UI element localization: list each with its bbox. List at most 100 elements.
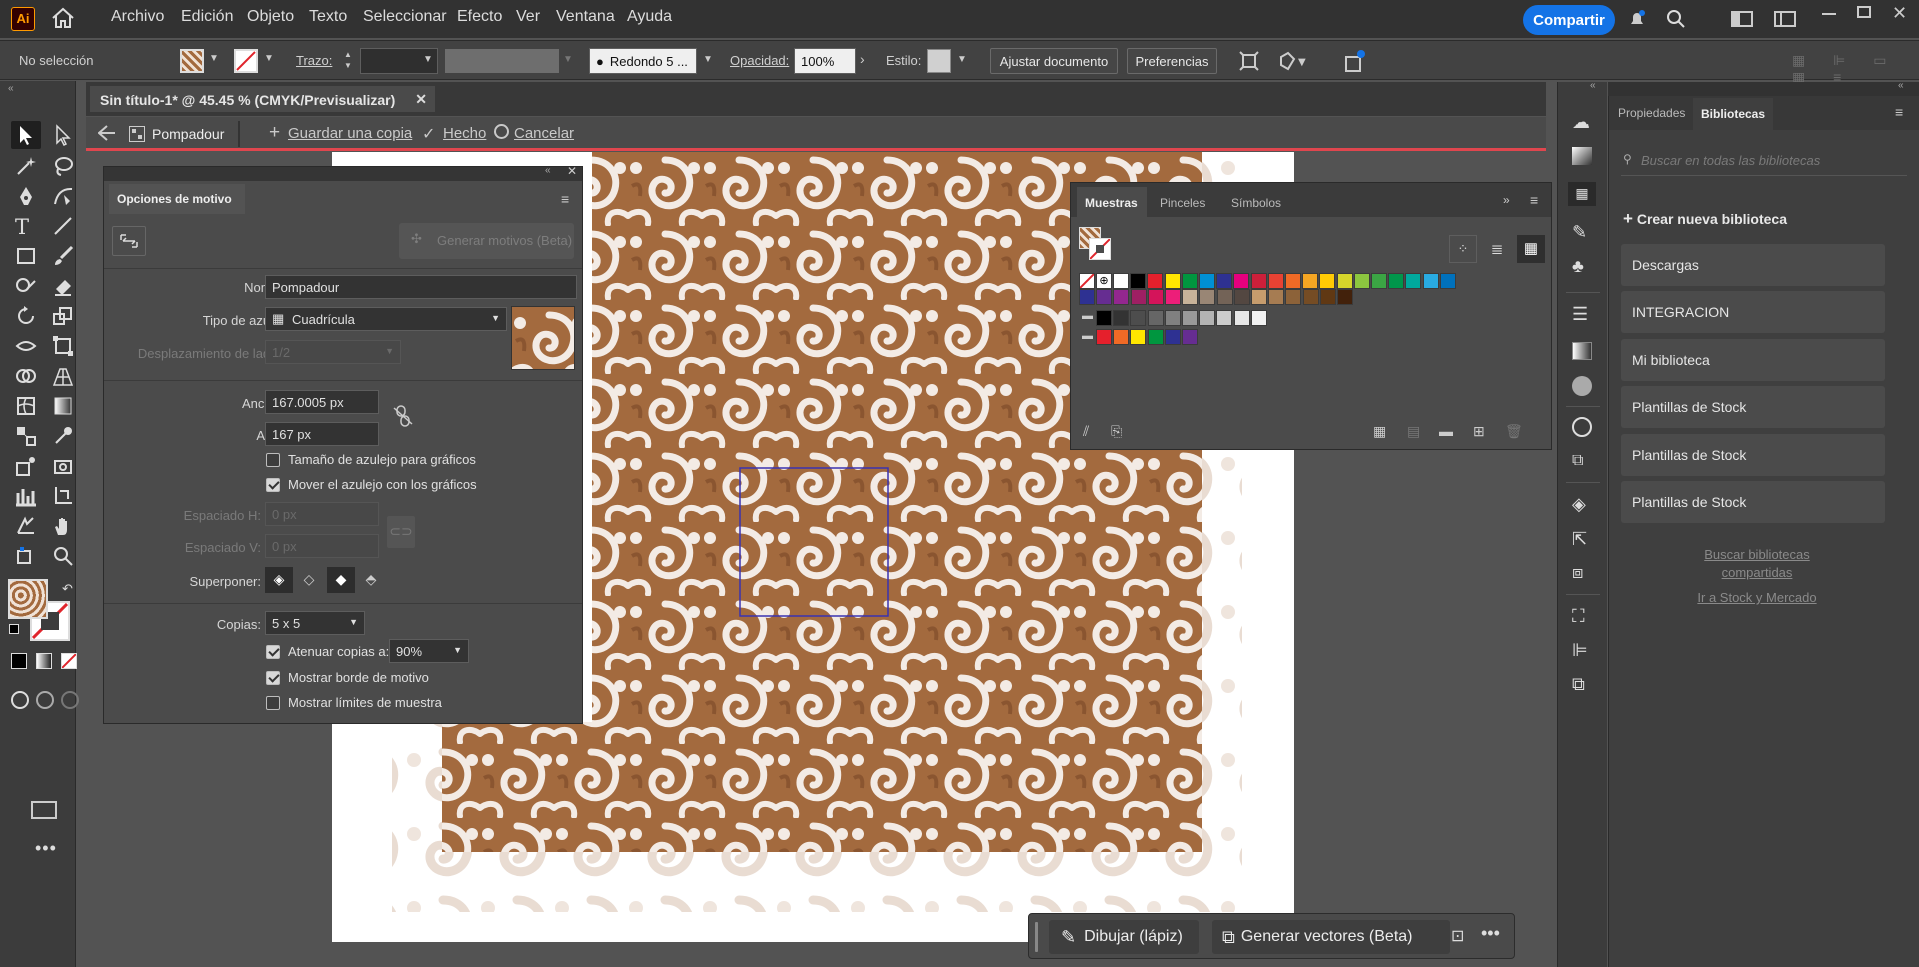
collapse-panel-icon[interactable]: » [1503,193,1510,207]
hand-tool-icon[interactable] [52,515,74,537]
swatch-color[interactable] [1439,273,1456,289]
graphic-styles-icon[interactable]: ⧉ [1572,452,1583,470]
swatch-color[interactable] [1113,329,1130,345]
fit-document-button[interactable]: Ajustar documento [990,48,1118,74]
shared-libraries-link[interactable]: Buscar bibliotecas compartidas [1669,546,1845,582]
line-tool-icon[interactable] [52,215,74,237]
show-bounds-checkbox[interactable] [266,696,280,710]
swatch-color[interactable] [1164,310,1181,326]
swatch-color[interactable] [1182,329,1198,345]
tab-muestras[interactable]: Muestras [1077,187,1147,217]
tab-simbolos[interactable]: Símbolos [1231,196,1281,210]
align-panel-icon[interactable]: ⊫ [1572,640,1588,661]
swatch-color[interactable] [1130,310,1147,326]
swatch-color[interactable] [1147,310,1164,326]
stroke-stepper[interactable]: ▲ ▼ [340,49,356,73]
opacity-input[interactable]: 100% [794,48,856,74]
curvature-tool-icon[interactable] [52,185,74,207]
swatch-color[interactable] [1096,310,1112,326]
stroke-panel-icon[interactable]: ☰ [1572,304,1588,325]
swatch-color[interactable] [1216,289,1233,305]
layers-icon[interactable]: ◈ [1572,494,1586,515]
swatch-options-icon[interactable]: ▦ [1373,423,1386,440]
export-icon[interactable]: ⇱ [1572,529,1587,550]
tab-pinceles[interactable]: Pinceles [1160,196,1205,210]
swatch-color[interactable] [1199,289,1216,305]
restore-icon[interactable] [1857,6,1871,18]
overlap-left-button[interactable]: ◈ [265,567,293,593]
list-view-icon[interactable]: ≣ [1483,235,1511,263]
width-tool-icon[interactable] [15,335,37,357]
swatch-color[interactable] [1147,289,1164,305]
swatch-color[interactable] [1267,273,1284,289]
copies-select[interactable]: 5 x 5 ▼ [265,611,365,635]
dim-copies-select[interactable]: 90% ▼ [389,639,469,663]
cancel-button[interactable]: Cancelar [514,125,574,142]
swatch-color[interactable] [1422,273,1439,289]
swatch-color[interactable] [1199,310,1216,326]
shaper-tool-icon[interactable] [15,275,37,297]
home-icon[interactable] [50,6,76,30]
rotate-tool-icon[interactable] [15,305,37,327]
swatch-color[interactable] [1337,289,1353,305]
chevron-down-icon[interactable]: ▼ [264,53,274,64]
new-group-icon[interactable]: ▬ [1439,423,1453,439]
stroke-swatch[interactable] [234,49,258,73]
library-item[interactable]: Plantillas de Stock [1621,386,1885,428]
draw-behind-icon[interactable] [36,691,54,709]
swatch-color[interactable] [1319,273,1336,289]
gradient-mode-icon[interactable] [36,653,52,669]
gradient-panel-icon[interactable] [1572,147,1592,165]
swatch-color[interactable] [1164,273,1181,289]
document-tab[interactable]: Sin título-1* @ 45.45 % (CMYK/Previsuali… [90,86,435,112]
swap-fill-stroke-icon[interactable]: ↶ [62,581,73,597]
paintbrush-icon[interactable] [52,245,74,267]
expand-icon[interactable]: « [1898,80,1904,91]
swatch-color[interactable] [1165,289,1181,305]
width-input[interactable]: 167.0005 px [265,390,379,414]
library-item[interactable]: Descargas [1621,244,1885,286]
swatch-color[interactable] [1353,273,1370,289]
perspective-grid-icon[interactable] [52,365,74,387]
menu-ayuda[interactable]: Ayuda [627,8,672,26]
tile-size-checkbox[interactable] [266,453,280,467]
swatch-color[interactable] [1250,310,1267,326]
menu-texto[interactable]: Texto [309,8,347,26]
eyedropper-icon[interactable] [52,425,74,447]
stock-link[interactable]: Ir a Stock y Mercado [1649,590,1865,605]
grid-view-icon[interactable]: ▦ [1517,235,1545,263]
rotate-view-icon[interactable] [15,545,37,567]
transparency-icon[interactable] [1572,376,1592,396]
close-panel-icon[interactable]: ✕ [567,164,577,178]
eraser-icon[interactable] [52,275,74,297]
appearance-icon[interactable] [1572,417,1592,437]
symbol-sprayer-icon[interactable] [15,455,37,477]
swatch-registration[interactable]: ⊕ [1096,273,1112,289]
overlap-bottom-button[interactable]: ⬘ [357,567,385,593]
swatch-color[interactable] [1096,329,1112,345]
chevron-down-icon[interactable]: ▼ [703,54,713,65]
none-mode-icon[interactable] [61,653,77,669]
transform-icon[interactable] [1239,51,1259,71]
swatch-color[interactable] [1233,310,1250,326]
tile-tool-button[interactable] [112,226,146,256]
place-swatch-icon[interactable]: ⎘ [1111,423,1122,440]
swatch-library-icon[interactable]: ⫽ [1083,423,1089,440]
share-button[interactable]: Compartir [1523,5,1615,35]
swatch-color[interactable] [1181,273,1198,289]
screen-mode-icon[interactable] [31,801,57,819]
swatch-color[interactable] [1302,273,1319,289]
artboard-capture-icon[interactable] [52,455,74,477]
magic-wand-icon[interactable] [15,155,37,177]
swatch-color[interactable] [1130,273,1147,289]
swatch-color[interactable] [1268,289,1285,305]
swatch-color[interactable] [1336,273,1353,289]
check-icon[interactable]: ✓ [422,124,435,144]
direct-selection-tool-icon[interactable] [52,124,74,146]
library-item[interactable]: Mi biblioteca [1621,339,1885,381]
artboard-tool-icon[interactable] [15,515,37,537]
swatch-color[interactable] [1182,289,1199,305]
fill-swatch[interactable] [180,49,204,73]
bell-icon[interactable] [1627,9,1647,29]
swatches-panel-icon[interactable]: ▦ [1568,182,1596,206]
